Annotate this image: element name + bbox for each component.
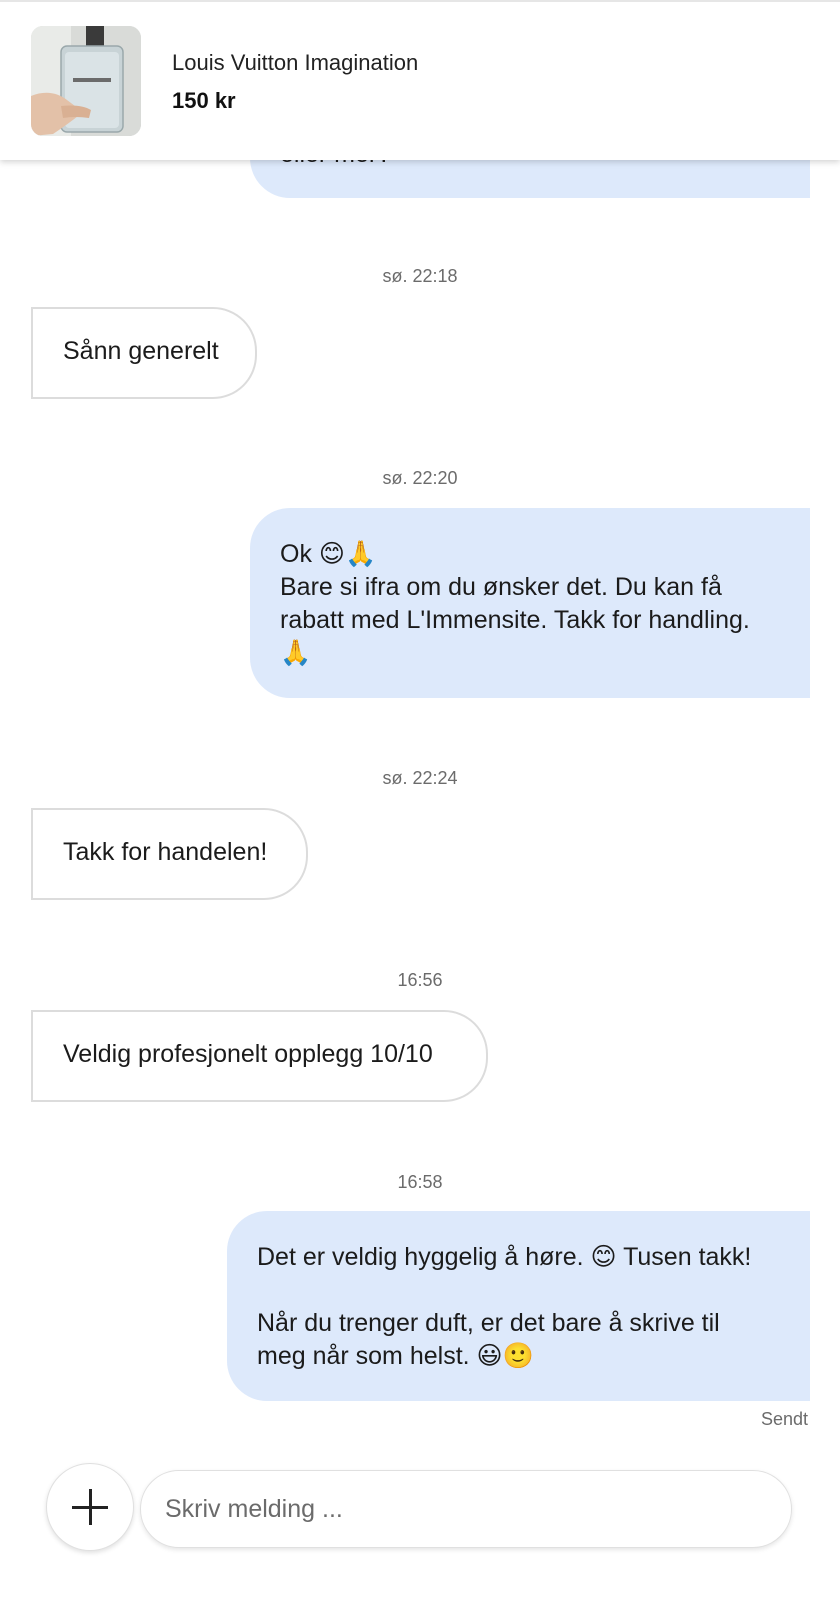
- chat-screen: eller mer? Louis Vuitton Imagination 150…: [0, 0, 840, 1600]
- message-outgoing: Ok 😊🙏 Bare si ifra om du ønsker det. Du …: [250, 508, 810, 698]
- message-line: 🙏: [280, 639, 312, 667]
- delivery-status: Sendt: [760, 1409, 808, 1429]
- listing-header[interactable]: Louis Vuitton Imagination 150 kr: [0, 0, 840, 160]
- message-line: rabatt med L'Immensite. Takk for handlin…: [280, 606, 750, 634]
- message-timestamp: sø. 22:18: [382, 266, 458, 286]
- message-incoming: Takk for handelen!: [31, 808, 308, 900]
- message-timestamp: 16:58: [397, 1172, 443, 1192]
- message-incoming: Sånn generelt: [31, 307, 257, 399]
- listing-price: 150 kr: [172, 88, 236, 113]
- perfume-bottle-photo: [31, 26, 141, 136]
- message-text: Veldig profesjonelt opplegg 10/10: [63, 1040, 433, 1068]
- message-timestamp: sø. 22:24: [382, 768, 458, 788]
- add-attachment-button[interactable]: [46, 1463, 134, 1551]
- message-line: meg når som helst. 😃🙂: [257, 1342, 534, 1370]
- listing-title[interactable]: Louis Vuitton Imagination: [172, 50, 418, 76]
- message-line: Når du trenger duft, er det bare å skriv…: [257, 1309, 720, 1337]
- message-input[interactable]: [140, 1470, 792, 1548]
- listing-thumbnail[interactable]: [31, 26, 141, 136]
- message-outgoing: Det er veldig hyggelig å høre. 😊 Tusen t…: [227, 1211, 810, 1401]
- message-line: Bare si ifra om du ønsker det. Du kan få: [280, 573, 722, 601]
- message-timestamp: sø. 22:20: [382, 468, 458, 488]
- message-line: Ok 😊🙏: [280, 540, 377, 568]
- message-line-blank: [257, 1274, 780, 1307]
- message-text: Takk for handelen!: [63, 838, 268, 866]
- message-incoming: Veldig profesjonelt opplegg 10/10: [31, 1010, 488, 1102]
- message-text: Sånn generelt: [63, 337, 219, 365]
- message-timestamp: 16:56: [397, 970, 443, 990]
- message-line: Det er veldig hyggelig å høre. 😊 Tusen t…: [257, 1243, 752, 1271]
